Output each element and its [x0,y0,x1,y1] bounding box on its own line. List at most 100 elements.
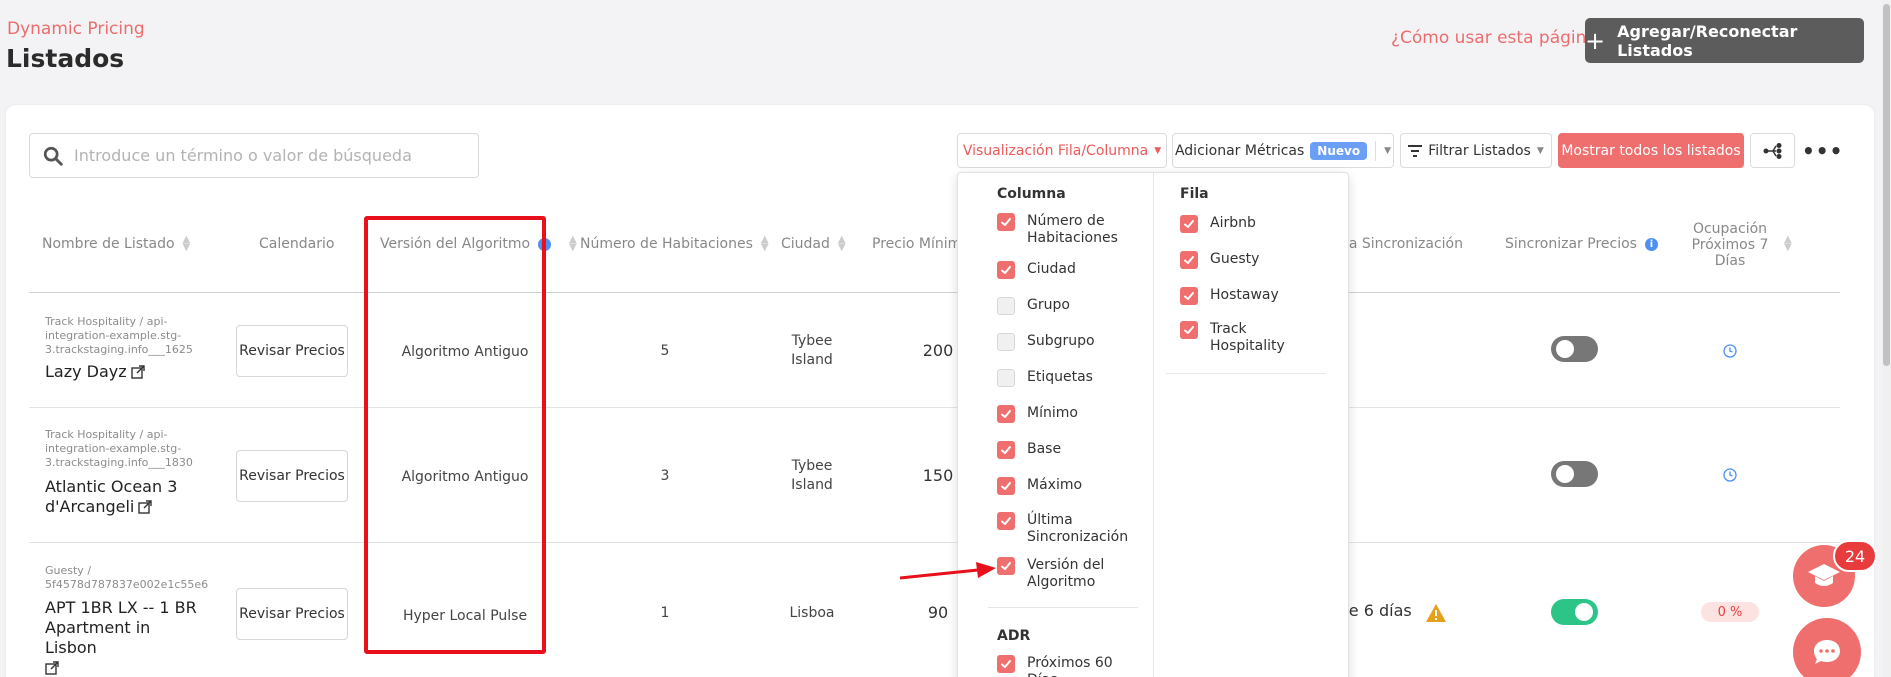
dropdown-option[interactable]: Track Hospitality [1180,321,1310,355]
sync-prices-toggle[interactable] [1551,461,1598,487]
header-label: Precio Mínimo [872,236,970,252]
header-label: Ocupación Próximos 7 Días [1691,221,1769,269]
rooms-cell: 1 [660,605,670,621]
min-price-cell: 150 [922,466,954,485]
caret-down-icon: ▼ [1154,145,1162,156]
listing-source: Track Hospitality / api-integration-exam… [45,315,193,356]
new-badge: Nuevo [1310,141,1368,160]
dropdown-option[interactable]: Ciudad [997,261,1127,279]
add-button-label: Agregar/Reconectar Listados [1617,21,1798,60]
search-box[interactable] [29,133,479,178]
scrollbar-thumb[interactable] [1883,4,1890,366]
dropdown-option[interactable]: Máximo [997,477,1127,495]
checkbox-checked[interactable] [997,213,1015,231]
info-icon[interactable]: i [1644,237,1658,251]
checkbox-unchecked[interactable] [997,369,1015,387]
listing-source: Guesty / 5f4578d787837e002e1c55e6 [45,564,209,591]
show-all-listings-button[interactable]: Mostrar todos los listados [1558,133,1744,168]
breadcrumb[interactable]: Dynamic Pricing [7,19,145,39]
annotation-arrow [899,562,996,580]
filter-listings-button[interactable]: Filtrar Listados ▼ [1400,133,1552,168]
dropdown-option[interactable]: Etiquetas [997,369,1127,387]
search-input[interactable] [74,146,454,165]
sort-icon: ▲ ▼ [837,234,846,253]
dropdown-option[interactable]: Grupo [997,297,1127,315]
metrics-label: Adicionar Métricas [1174,142,1305,159]
header-min-price[interactable]: Precio Mínimo [872,236,970,252]
checkbox-checked[interactable] [1180,251,1198,269]
header-divider [29,292,1840,293]
dropdown-option[interactable]: Versión del Algoritmo [997,557,1127,591]
dropdown-option[interactable]: Número de Habitaciones [997,213,1127,247]
header-last-sync[interactable]: na Sincronización [1340,236,1463,252]
more-options-icon[interactable]: ••• [1802,139,1843,163]
checkbox-checked[interactable] [997,441,1015,459]
dropdown-divider [988,607,1138,608]
add-metrics-button[interactable]: Adicionar Métricas Nuevo ▼ [1172,133,1394,168]
row-divider [29,542,1840,543]
listing-name[interactable]: Atlantic Ocean 3 d'Arcangeli [45,477,195,517]
algorithm-column-highlight [364,216,546,654]
view-toggle-label: Visualización Fila/Columna [962,142,1149,159]
city-cell: Lisboa [789,605,835,621]
sync-prices-toggle[interactable] [1551,336,1598,362]
header-label: Nombre de Listado [42,236,175,252]
divider [1375,140,1377,161]
add-reconnect-listings-button[interactable]: + Agregar/Reconectar Listados [1585,18,1864,63]
dropdown-option[interactable]: Subgrupo [997,333,1127,351]
dropdown-option[interactable]: Próximos 60 Días [997,655,1127,677]
review-prices-button[interactable]: Revisar Precios [236,325,348,377]
row-column-dropdown: Columna Fila Número de Habitaciones Ciuda… [957,172,1349,677]
external-link-icon[interactable] [45,661,59,675]
sync-prices-toggle[interactable] [1551,599,1598,625]
checkbox-checked[interactable] [997,405,1015,423]
header-label: na Sincronización [1340,236,1463,252]
checkbox-checked[interactable] [997,261,1015,279]
city-cell: Tybee Island [791,333,833,368]
header-occupancy[interactable]: Ocupación Próximos 7 Días [1680,221,1780,269]
toggle-knob [1575,603,1593,621]
dropdown-option[interactable]: Mínimo [997,405,1127,423]
dropdown-option[interactable]: Base [997,441,1127,459]
external-link-icon[interactable] [138,500,153,514]
caret-down-icon: ▼ [1384,145,1392,156]
row-column-view-button[interactable]: Visualización Fila/Columna ▼ [957,133,1167,168]
rooms-cell: 5 [660,343,670,359]
checkbox-checked[interactable] [997,477,1015,495]
header-listing-name[interactable]: Nombre de Listado ▲ ▼ [42,235,190,253]
review-prices-button[interactable]: Revisar Precios [236,588,348,640]
search-icon [43,146,63,166]
help-link[interactable]: ¿Cómo usar esta página? [1391,28,1606,48]
dropdown-option[interactable]: Airbnb [1180,215,1310,233]
header-rooms[interactable]: Número de Habitaciones ▲ ▼ [580,235,769,253]
option-label: Última Sincronización [1027,512,1129,545]
external-link-icon[interactable] [130,365,145,379]
option-label: Próximos 60 Días [1027,655,1113,677]
listing-name-text: APT 1BR LX -- 1 BR Apartment in Lisbon [45,598,197,657]
checkbox-checked[interactable] [1180,287,1198,305]
checkbox-checked[interactable] [997,655,1015,673]
chat-button[interactable] [1793,618,1861,677]
listing-name[interactable]: Lazy Dayz [45,362,145,382]
dropdown-option[interactable]: Guesty [1180,251,1310,269]
review-prices-button[interactable]: Revisar Precios [236,450,348,502]
checkbox-unchecked[interactable] [997,297,1015,315]
header-sync-prices[interactable]: Sincronizar Precios i [1505,236,1658,252]
listing-source: Track Hospitality / api-integration-exam… [45,428,193,469]
dropdown-option[interactable]: Última Sincronización [997,512,1129,546]
dropdown-option[interactable]: Hostaway [1180,287,1310,305]
column-heading: Columna [997,186,1066,202]
checkbox-checked[interactable] [1180,215,1198,233]
header-occupancy-sort[interactable]: ▲ ▼ [1784,234,1792,253]
option-label: Número de Habitaciones [1027,213,1118,246]
header-city[interactable]: Ciudad ▲ ▼ [781,234,846,253]
checkbox-checked[interactable] [1180,321,1198,339]
min-price-cell: 200 [922,341,954,360]
checkbox-checked[interactable] [997,557,1015,575]
show-all-label: Mostrar todos los listados [1561,142,1741,159]
sort-icon: ▲ ▼ [1784,234,1792,253]
listing-name[interactable]: APT 1BR LX -- 1 BR Apartment in Lisbon [45,598,205,677]
hierarchy-button[interactable] [1750,133,1795,168]
checkbox-checked[interactable] [997,512,1015,530]
checkbox-unchecked[interactable] [997,333,1015,351]
